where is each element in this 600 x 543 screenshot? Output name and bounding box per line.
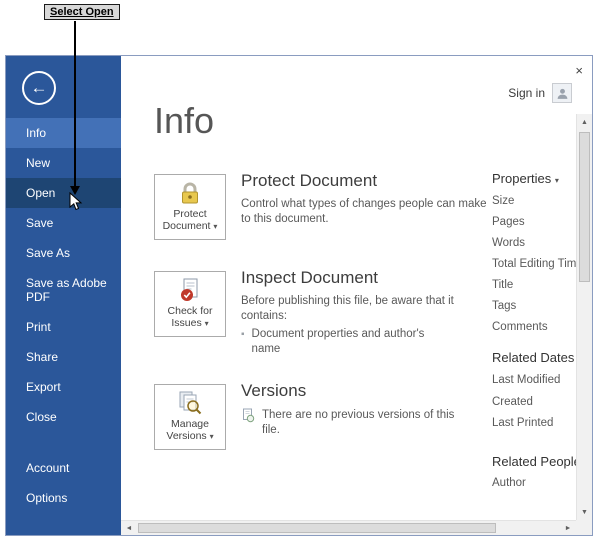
mouse-cursor-icon [69, 192, 83, 211]
word-window: Document1 - Microsoft Word ? – □ × Sign … [5, 55, 593, 536]
callout-select-open: Select Open [44, 4, 120, 20]
vertical-scrollbar-thumb[interactable] [579, 132, 590, 282]
property-total-editing-time: Total Editing Time [492, 258, 576, 270]
versions-note-icon [243, 408, 255, 423]
scroll-left-arrow-icon[interactable]: ◄ [121, 521, 137, 535]
sign-in-label[interactable]: Sign in [508, 86, 545, 100]
screenshot-root: Select Open Document1 - Microsoft Word ?… [0, 0, 600, 543]
manage-versions-button[interactable]: Manage Versions ▾ [154, 384, 226, 450]
close-button[interactable]: × [575, 63, 583, 78]
protect-document-heading: Protect Document [241, 171, 378, 190]
caret-down-icon: ▾ [554, 176, 559, 185]
avatar[interactable] [552, 83, 572, 103]
related-people-heading: Related People [492, 454, 576, 469]
sidebar-item-save-as[interactable]: Save As [6, 238, 121, 268]
date-last-printed: Last Printed [492, 417, 554, 429]
properties-dropdown[interactable]: Properties ▾ [492, 171, 559, 186]
back-arrow-icon: ← [30, 78, 48, 97]
sidebar-item-print[interactable]: Print [6, 312, 121, 342]
versions-note: There are no previous versions of this f… [241, 408, 467, 438]
backstage-sidebar: ← Info New Open Save Save As Save as Ado… [6, 56, 121, 535]
protect-document-button[interactable]: Protect Document ▾ [154, 174, 226, 240]
sidebar-item-open[interactable]: Open [6, 178, 121, 208]
related-dates-heading: Related Dates [492, 350, 575, 365]
property-tags: Tags [492, 300, 517, 312]
sidebar-item-export[interactable]: Export [6, 372, 121, 402]
property-pages: Pages [492, 216, 525, 228]
property-words: Words [492, 237, 526, 249]
sign-in[interactable]: Sign in [508, 83, 572, 103]
protect-document-description: Control what types of changes people can… [241, 198, 487, 225]
scroll-up-arrow-icon[interactable]: ▲ [577, 114, 592, 130]
inspect-document-bullet: ▪ Document properties and author's name [241, 327, 452, 357]
caret-down-icon: ▾ [209, 432, 214, 441]
properties-title: Properties [492, 171, 552, 186]
protect-document-button-label: Protect Document [162, 208, 211, 232]
backstage-nav: Info New Open Save Save As Save as Adobe… [6, 118, 121, 513]
callout-arrow-line [74, 21, 76, 187]
property-size: Size [492, 195, 515, 207]
person-author: Author [492, 477, 526, 489]
inspect-document-heading: Inspect Document [241, 268, 379, 287]
property-comments: Comments [492, 321, 548, 333]
inspect-document-description: Before publishing this file, be aware th… [241, 295, 454, 322]
bullet-icon: ▪ [241, 329, 245, 340]
inspect-document-bullet-text: Document properties and author's name [251, 328, 425, 355]
check-for-issues-button[interactable]: Check for Issues ▾ [154, 271, 226, 337]
sidebar-item-account[interactable]: Account [6, 453, 121, 483]
horizontal-scrollbar-thumb[interactable] [138, 523, 496, 533]
sidebar-item-new[interactable]: New [6, 148, 121, 178]
property-title: Title [492, 279, 514, 291]
back-button[interactable]: ← [22, 71, 56, 105]
versions-heading: Versions [241, 381, 307, 400]
sidebar-item-close[interactable]: Close [6, 402, 121, 432]
versions-note-text: There are no previous versions of this f… [262, 409, 455, 436]
manage-versions-icon [179, 391, 202, 415]
sidebar-item-info[interactable]: Info [6, 118, 121, 148]
sidebar-item-save[interactable]: Save [6, 208, 121, 238]
caret-down-icon: ▾ [204, 319, 209, 328]
scroll-right-arrow-icon[interactable]: ► [560, 521, 576, 535]
date-last-modified: Last Modified [492, 374, 561, 386]
info-page: Info Protect Document ▾ Protect Document… [121, 56, 576, 520]
sidebar-item-options[interactable]: Options [6, 483, 121, 513]
date-created: Created [492, 396, 533, 408]
sidebar-item-share[interactable]: Share [6, 342, 121, 372]
user-icon [557, 88, 567, 99]
caret-down-icon: ▾ [213, 222, 218, 231]
horizontal-scrollbar[interactable]: ◄ ► [121, 520, 576, 535]
vertical-scrollbar[interactable]: ▲ ▼ [576, 114, 592, 520]
inspect-document-icon [181, 278, 198, 301]
scroll-down-arrow-icon[interactable]: ▼ [577, 504, 592, 520]
scrollbar-corner [576, 520, 592, 535]
lock-icon [182, 182, 198, 204]
page-title: Info [154, 100, 215, 141]
manage-versions-button-label: Manage Versions [166, 418, 209, 442]
sidebar-item-save-as-adobe-pdf[interactable]: Save as Adobe PDF [6, 268, 121, 312]
